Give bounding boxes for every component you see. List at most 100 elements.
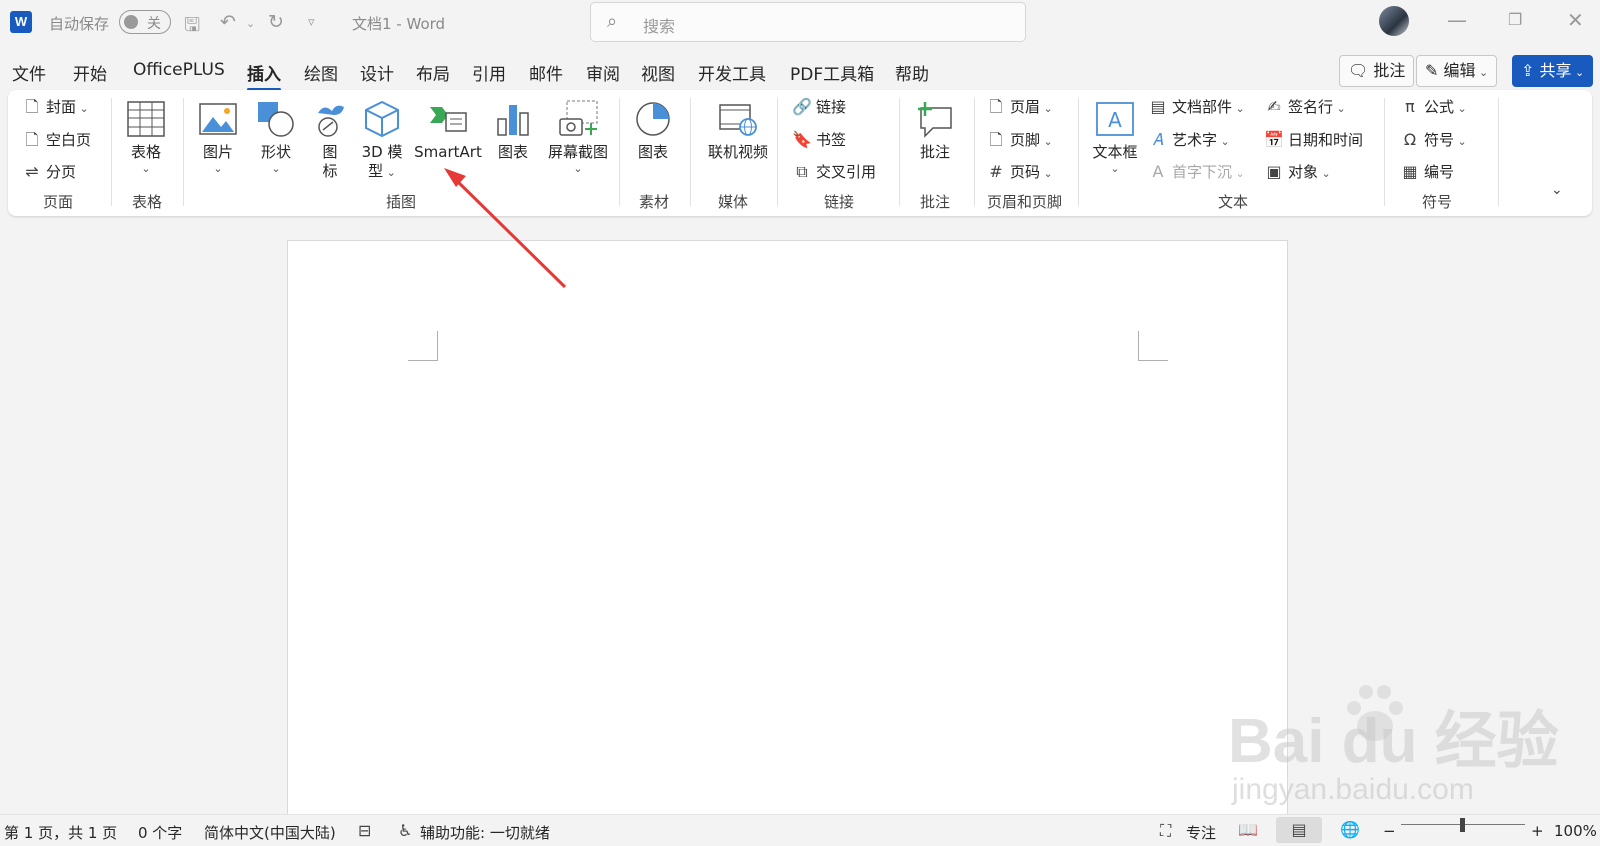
chevron-down-icon: ⌄ — [1318, 167, 1331, 180]
chevron-down-icon: ⌄ — [141, 162, 151, 175]
tab-view[interactable]: 视图 — [641, 60, 675, 85]
page-number-button[interactable]: # 页码 ⌄ — [986, 161, 1052, 183]
customize-qat-icon[interactable]: ▿ — [308, 15, 315, 30]
date-time-button[interactable]: 📅 日期和时间 — [1264, 129, 1363, 151]
save-icon[interactable]: 🖫 — [184, 11, 200, 43]
word-count[interactable]: 0 个字 — [138, 822, 182, 843]
screenshot-label: 屏幕截图 — [547, 143, 608, 161]
watermark-url: jingyan.baidu.com — [1232, 773, 1474, 806]
blank-page-button[interactable]: 🗋 空白页 — [22, 129, 91, 151]
tab-references[interactable]: 引用 — [472, 60, 506, 85]
share-button-label: 共享 — [1539, 61, 1572, 80]
tab-draw[interactable]: 绘图 — [304, 60, 338, 85]
page-break-label: 分页 — [46, 163, 77, 181]
tab-review[interactable]: 审阅 — [586, 60, 620, 85]
new-comment-button[interactable]: 批注 — [910, 95, 960, 162]
object-icon: ▣ — [1266, 162, 1282, 181]
redo-icon[interactable]: ↻ — [268, 11, 284, 33]
tab-home[interactable]: 开始 — [73, 60, 107, 85]
page-break-button[interactable]: ⇌ 分页 — [22, 161, 76, 183]
numbering-icon: ▦ — [1402, 162, 1418, 181]
bar-chart-icon — [489, 95, 537, 143]
print-layout-icon[interactable]: ▤ — [1276, 817, 1322, 843]
editing-button[interactable]: ✎ 编辑 ⌄ — [1416, 55, 1498, 87]
symbol-button[interactable]: Ω 符号 ⌄ — [1400, 129, 1467, 151]
accessibility-status[interactable]: 辅助功能: 一切就绪 — [420, 822, 550, 843]
footer-button[interactable]: 🗋 页脚 ⌄ — [986, 129, 1053, 151]
icons-button[interactable]: 图 标 — [310, 95, 350, 181]
cross-reference-button[interactable]: ⧉ 交叉引用 — [792, 161, 876, 183]
screenshot-icon — [545, 95, 611, 143]
document-page[interactable] — [287, 240, 1288, 814]
text-box-button[interactable]: A 文本框 ⌄ — [1088, 95, 1142, 175]
tab-design[interactable]: 设计 — [360, 60, 394, 85]
minimize-icon[interactable]: — — [1447, 8, 1467, 32]
equation-button[interactable]: π 公式 ⌄ — [1400, 96, 1467, 118]
tab-developer[interactable]: 开发工具 — [698, 60, 766, 85]
page-count[interactable]: 第 1 页，共 1 页 — [4, 822, 117, 843]
restore-icon[interactable]: ❐ — [1508, 10, 1522, 29]
undo-dropdown-icon[interactable]: ⌄ — [246, 17, 255, 30]
cover-page-button[interactable]: 🗋 封面 ⌄ — [22, 96, 89, 118]
online-video-button[interactable]: 联机视频 — [700, 95, 776, 162]
tab-officeplus[interactable]: OfficePLUS — [133, 60, 225, 80]
search-placeholder: 搜索 — [643, 17, 676, 36]
macro-recording-icon[interactable]: ⊟ — [358, 821, 371, 840]
calendar-icon: 📅 — [1264, 130, 1284, 149]
pictures-button[interactable]: 图片 ⌄ — [194, 95, 242, 175]
zoom-level[interactable]: 100% — [1554, 822, 1597, 840]
avatar[interactable] — [1379, 6, 1409, 36]
autosave-toggle[interactable]: 关 — [119, 10, 171, 34]
share-icon: ⇪ — [1521, 61, 1540, 80]
close-icon[interactable]: ✕ — [1567, 8, 1584, 32]
shapes-icon — [252, 95, 300, 143]
comments-button-label: 批注 — [1373, 61, 1406, 80]
signature-line-button[interactable]: ✍ 签名行 ⌄ — [1264, 96, 1345, 118]
chart-button[interactable]: 图表 — [489, 95, 537, 162]
focus-mode-label[interactable]: 专注 — [1186, 822, 1216, 843]
search-box[interactable]: ⌕ 搜索 — [590, 2, 1026, 42]
table-button[interactable]: 表格 ⌄ — [122, 95, 170, 175]
tab-layout[interactable]: 布局 — [416, 60, 450, 85]
screenshot-button[interactable]: 屏幕截图 ⌄ — [545, 95, 611, 175]
read-mode-icon[interactable]: 📖 — [1225, 817, 1271, 843]
collapse-ribbon-icon[interactable]: ⌄ — [1551, 182, 1563, 198]
3d-models-button[interactable]: 3D 模 型 ⌄ — [358, 95, 406, 182]
accessibility-icon[interactable]: ♿ — [398, 821, 412, 840]
link-button[interactable]: 🔗 链接 — [792, 96, 846, 118]
zoom-slider-thumb[interactable] — [1460, 818, 1465, 832]
zoom-out-button[interactable]: − — [1383, 822, 1396, 840]
share-button[interactable]: ⇪ 共享 ⌄ — [1512, 55, 1594, 87]
comment-icon: 🗨 — [1348, 61, 1374, 80]
shapes-button[interactable]: 形状 ⌄ — [252, 95, 300, 175]
quick-parts-button[interactable]: ▤ 文档部件 ⌄ — [1148, 96, 1244, 118]
bookmark-button[interactable]: 🔖 书签 — [792, 129, 846, 151]
autosave-state: 关 — [147, 16, 161, 32]
tab-help[interactable]: 帮助 — [895, 60, 929, 85]
drop-cap-button[interactable]: A 首字下沉 ⌄ — [1148, 161, 1245, 183]
focus-icon[interactable]: ⛶ — [1160, 821, 1171, 841]
tab-insert[interactable]: 插入 — [247, 60, 281, 91]
web-layout-icon[interactable]: 🌐 — [1327, 817, 1373, 843]
object-button[interactable]: ▣ 对象 ⌄ — [1264, 161, 1331, 183]
cross-reference-label: 交叉引用 — [816, 163, 877, 181]
tab-pdf-tools[interactable]: PDF工具箱 — [790, 60, 874, 85]
smartart-icon — [414, 95, 482, 143]
tab-mailings[interactable]: 邮件 — [529, 60, 563, 85]
tab-file[interactable]: 文件 — [12, 60, 46, 85]
chevron-down-icon: ⌄ — [1475, 66, 1489, 79]
smartart-button[interactable]: SmartArt — [414, 95, 482, 162]
group-divider — [1384, 98, 1385, 206]
header-button[interactable]: 🗋 页眉 ⌄ — [986, 96, 1053, 118]
wordart-button[interactable]: 𝐴 艺术字 ⌄ — [1148, 129, 1230, 151]
undo-icon[interactable]: ↶ — [220, 11, 236, 33]
assets-chart-button[interactable]: 图表 — [629, 95, 677, 162]
language-indicator[interactable]: 简体中文(中国大陆) — [204, 822, 336, 843]
numbering-button[interactable]: ▦ 编号 — [1400, 161, 1454, 183]
group-label-links: 链接 — [824, 193, 855, 211]
comments-button[interactable]: 🗨 批注 — [1339, 55, 1415, 87]
pie-chart-icon — [629, 95, 677, 143]
zoom-in-button[interactable]: + — [1531, 822, 1544, 840]
link-label: 链接 — [816, 98, 847, 116]
icons-icon — [310, 95, 350, 143]
